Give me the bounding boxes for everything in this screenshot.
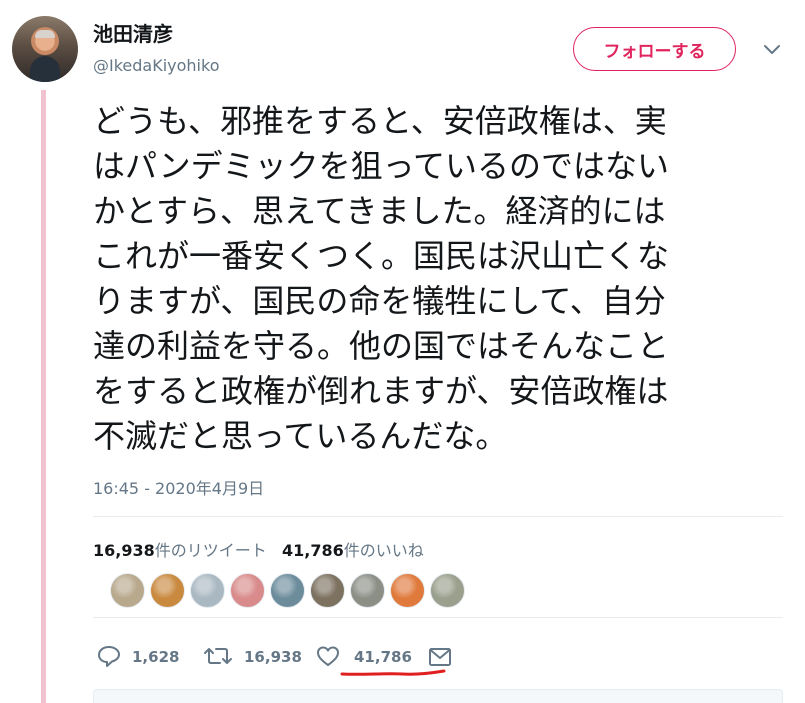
thread-line xyxy=(41,90,46,703)
retweet-icon[interactable] xyxy=(203,644,233,668)
liker-avatar[interactable] xyxy=(310,573,345,608)
liker-avatar[interactable] xyxy=(390,573,425,608)
likers-list xyxy=(110,573,465,609)
tweet-text: どうも、邪推をすると、安倍政権は、実 はパンデミックを狙っているのではない かと… xyxy=(93,99,783,459)
tweet-line: はパンデミックを狙っているのではない xyxy=(93,147,670,185)
reply-input-box[interactable] xyxy=(93,689,783,703)
liker-avatar[interactable] xyxy=(110,573,145,608)
reply-icon[interactable] xyxy=(96,644,122,668)
liker-avatar[interactable] xyxy=(150,573,185,608)
mail-icon[interactable] xyxy=(427,646,453,668)
tweet-timestamp[interactable]: 16:45 - 2020年4月9日 xyxy=(93,475,264,499)
divider xyxy=(93,516,783,517)
retweet-count: 16,938 xyxy=(244,648,302,666)
avatar[interactable] xyxy=(12,16,78,82)
user-handle[interactable]: @IkedaKiyohiko xyxy=(93,56,219,75)
tweet-line: 達の利益を守る。他の国ではそんなこと xyxy=(93,327,670,365)
tweet-line: 不滅だと思っているんだな。 xyxy=(93,417,508,455)
likes-label[interactable]: 件のいいね xyxy=(344,541,424,560)
liker-avatar[interactable] xyxy=(230,573,265,608)
tweet-stats: 16,938件のリツイート 41,786件のいいね xyxy=(93,537,424,561)
tweet-line: りますが、国民の命を犠牲にして、自分 xyxy=(93,282,666,320)
heart-icon[interactable] xyxy=(315,644,341,668)
like-count: 41,786 xyxy=(354,648,412,666)
tweet-line: これが一番安くつく。国民は沢山亡くな xyxy=(93,237,670,275)
liker-avatar[interactable] xyxy=(190,573,225,608)
red-underline-annotation xyxy=(340,669,446,676)
follow-button[interactable]: フォローする xyxy=(573,27,736,71)
tweet-line: をすると政権が倒れますが、安倍政権は xyxy=(93,372,669,410)
tweet-line: かとすら、思えてきました。経済的には xyxy=(93,192,666,230)
retweets-label[interactable]: 件のリツイート xyxy=(155,541,267,560)
retweets-count[interactable]: 16,938 xyxy=(93,541,155,560)
reply-count: 1,628 xyxy=(132,648,180,666)
liker-avatar[interactable] xyxy=(430,573,465,608)
liker-avatar[interactable] xyxy=(270,573,305,608)
liker-avatar[interactable] xyxy=(350,573,385,608)
display-name[interactable]: 池田清彦 xyxy=(93,18,173,47)
divider xyxy=(93,617,783,618)
chevron-down-icon[interactable] xyxy=(762,42,782,56)
tweet-line: どうも、邪推をすると、安倍政権は、実 xyxy=(93,102,667,140)
likes-count[interactable]: 41,786 xyxy=(282,541,344,560)
